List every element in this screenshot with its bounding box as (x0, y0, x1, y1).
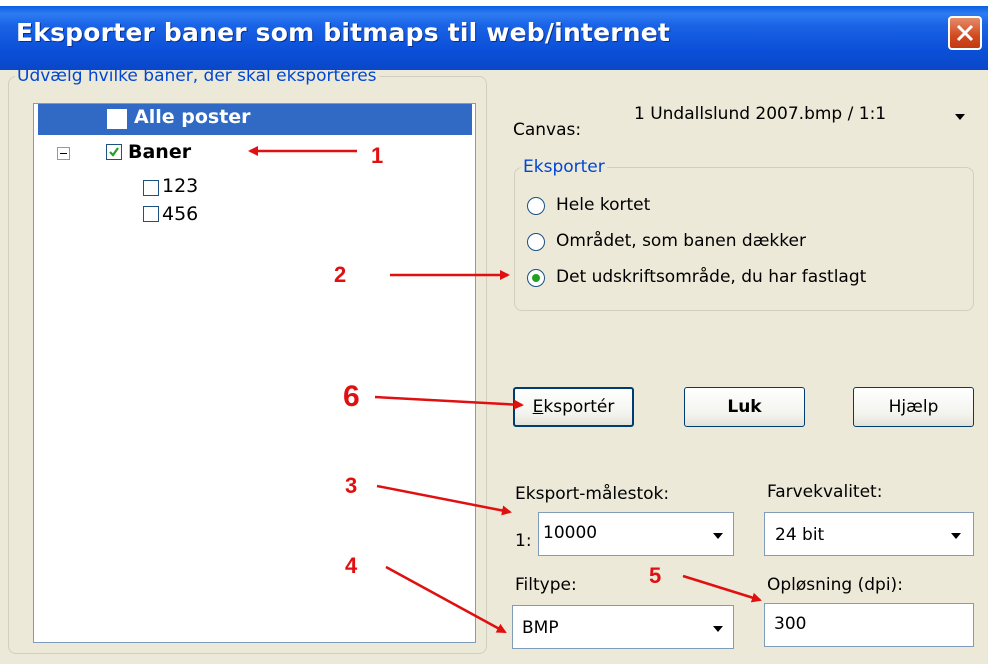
annotation-5: 5 (649, 563, 662, 588)
annotation-arrow-3 (376, 484, 512, 516)
annotation-arrows (248, 146, 762, 634)
annotation-3: 3 (345, 473, 358, 498)
annotation-4: 4 (345, 553, 358, 578)
annotation-arrow-4 (385, 565, 507, 634)
annotation-arrow-5 (682, 574, 762, 603)
annotation-arrow-6 (374, 395, 524, 410)
annotation-2: 2 (334, 262, 347, 287)
annotation-1: 1 (371, 143, 384, 168)
annotation-6: 6 (343, 380, 360, 413)
